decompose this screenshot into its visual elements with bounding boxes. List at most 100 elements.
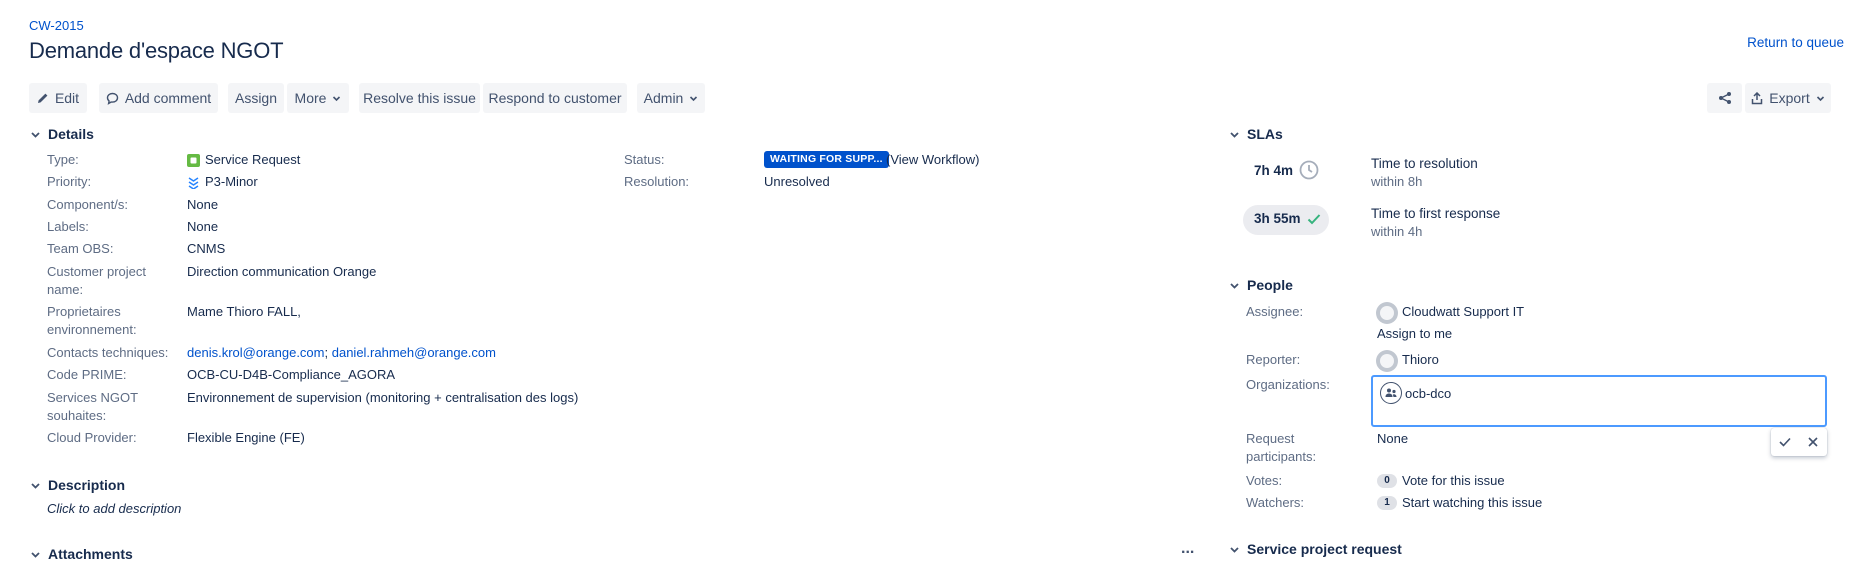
organization-value[interactable]: ocb-dco bbox=[1405, 385, 1451, 403]
status-label: Status: bbox=[624, 152, 665, 167]
avatar bbox=[1376, 350, 1398, 372]
edit-label: Edit bbox=[54, 90, 80, 106]
team-obs-label: Team OBS: bbox=[47, 241, 114, 256]
sla-time-value: 7h 4m bbox=[1254, 162, 1294, 178]
respond-to-customer-button[interactable]: Respond to customer bbox=[483, 83, 627, 113]
customer-project-label: Customer project bbox=[47, 264, 146, 279]
resolve-issue-button[interactable]: Resolve this issue bbox=[359, 83, 480, 113]
details-section-toggle[interactable]: Details bbox=[30, 126, 94, 142]
more-dropdown[interactable]: More bbox=[287, 83, 349, 113]
close-icon bbox=[1808, 437, 1818, 447]
vote-for-issue-link[interactable]: Vote for this issue bbox=[1402, 472, 1505, 490]
sla-target: within 8h bbox=[1371, 174, 1423, 189]
people-section-toggle[interactable]: People bbox=[1229, 277, 1293, 293]
cancel-button[interactable] bbox=[1799, 428, 1827, 456]
admin-label: Admin bbox=[643, 90, 684, 106]
resolution-label: Resolution: bbox=[624, 174, 690, 189]
team-obs-value: CNMS bbox=[187, 241, 226, 256]
contacts-value: denis.krol@orange.com; daniel.rahmeh@ora… bbox=[187, 344, 496, 362]
add-comment-label: Add comment bbox=[124, 90, 212, 106]
request-participants-label: Request bbox=[1246, 431, 1295, 446]
service-project-request-section-toggle[interactable]: Service project request bbox=[1229, 541, 1402, 557]
assign-label: Assign bbox=[234, 90, 278, 106]
export-icon bbox=[1752, 91, 1763, 104]
chevron-down-icon bbox=[690, 95, 698, 101]
resolution-value: Unresolved bbox=[764, 174, 830, 189]
start-watching-link[interactable]: Start watching this issue bbox=[1402, 494, 1542, 512]
services-label: Services NGOT bbox=[47, 390, 139, 405]
more-label: More bbox=[294, 90, 327, 106]
owners-label: Proprietaires bbox=[47, 304, 121, 319]
assign-to-me-link[interactable]: Assign to me bbox=[1377, 325, 1452, 343]
assignee-value[interactable]: Cloudwatt Support IT bbox=[1402, 303, 1524, 321]
chevron-down-icon bbox=[1230, 282, 1239, 289]
avatar bbox=[1376, 302, 1398, 324]
admin-dropdown[interactable]: Admin bbox=[637, 83, 705, 113]
service-request-icon bbox=[187, 153, 200, 167]
description-heading: Description bbox=[48, 477, 126, 493]
attachments-heading: Attachments bbox=[48, 546, 133, 562]
assignee-label: Assignee: bbox=[1246, 304, 1304, 319]
contact-email-link[interactable]: daniel.rahmeh@orange.com bbox=[332, 345, 496, 360]
comment-icon bbox=[106, 92, 119, 105]
edit-button[interactable]: Edit bbox=[29, 83, 87, 113]
page-title: Demande d'espace NGOT bbox=[29, 38, 284, 63]
contact-email-link[interactable]: denis.krol@orange.com bbox=[187, 345, 324, 360]
services-value: Environnement de supervision (monitoring… bbox=[187, 390, 579, 405]
sla-title: Time to first response bbox=[1371, 206, 1501, 221]
organizations-label: Organizations: bbox=[1246, 377, 1330, 392]
confirm-button[interactable] bbox=[1771, 428, 1799, 456]
sla-time-value: 3h 55m bbox=[1254, 211, 1301, 226]
export-label: Export bbox=[1769, 90, 1810, 106]
votes-label: Votes: bbox=[1246, 473, 1283, 488]
service-project-request-heading: Service project request bbox=[1247, 541, 1402, 557]
labels-value: None bbox=[187, 219, 219, 234]
components-value: None bbox=[187, 197, 219, 212]
issue-key-link[interactable]: CW-2015 bbox=[29, 18, 84, 33]
chevron-down-icon bbox=[333, 95, 341, 101]
watchers-label: Watchers: bbox=[1246, 495, 1305, 510]
type-label: Type: bbox=[47, 152, 79, 167]
chevron-down-icon bbox=[1230, 131, 1239, 138]
assign-button[interactable]: Assign bbox=[228, 83, 284, 113]
slas-section-toggle[interactable]: SLAs bbox=[1229, 126, 1283, 142]
description-placeholder[interactable]: Click to add description bbox=[47, 500, 181, 518]
type-value: Service Request bbox=[187, 151, 300, 169]
sla-target: within 4h bbox=[1371, 224, 1423, 239]
services-label-cont: souhaites: bbox=[47, 408, 107, 423]
watchers-count-badge: 1 bbox=[1377, 496, 1397, 510]
sla-time-to-first-response-timer: 3h 55m bbox=[1254, 211, 1321, 226]
sla-time-to-resolution-timer: 7h 4m bbox=[1254, 160, 1319, 180]
request-participants-label-cont: participants: bbox=[1246, 449, 1317, 464]
slas-heading: SLAs bbox=[1247, 126, 1283, 142]
description-section-toggle[interactable]: Description bbox=[30, 477, 125, 493]
owners-label-cont: environnement: bbox=[47, 322, 137, 337]
attachments-section-toggle[interactable]: Attachments bbox=[30, 546, 133, 562]
request-participants-value[interactable]: None bbox=[1377, 430, 1408, 448]
components-label: Component/s: bbox=[47, 197, 128, 212]
chevron-down-icon bbox=[1230, 546, 1239, 553]
code-prime-value: OCB-CU-D4B-Compliance_AGORA bbox=[187, 367, 396, 382]
share-icon bbox=[1718, 92, 1731, 104]
status-badge[interactable]: WAITING FOR SUPP... bbox=[764, 151, 889, 168]
cloud-provider-value: Flexible Engine (FE) bbox=[187, 430, 305, 445]
return-to-queue-link[interactable]: Return to queue bbox=[1747, 35, 1844, 50]
type-text: Service Request bbox=[205, 152, 301, 167]
attachments-more-button[interactable]: ... bbox=[1181, 540, 1194, 558]
details-heading: Details bbox=[48, 126, 94, 142]
clock-icon bbox=[1299, 160, 1319, 180]
pencil-icon bbox=[37, 93, 48, 103]
owners-value: Mame Thioro FALL, bbox=[187, 304, 301, 319]
people-heading: People bbox=[1247, 277, 1293, 293]
add-comment-button[interactable]: Add comment bbox=[99, 83, 218, 113]
share-button[interactable] bbox=[1707, 83, 1742, 113]
organization-icon bbox=[1380, 382, 1402, 404]
view-workflow-link[interactable]: (View Workflow) bbox=[886, 151, 979, 169]
export-dropdown[interactable]: Export bbox=[1745, 83, 1831, 113]
checkmark-icon bbox=[1307, 213, 1320, 224]
priority-minor-icon bbox=[188, 176, 199, 189]
votes-count-badge: 0 bbox=[1377, 474, 1397, 488]
customer-project-value: Direction communication Orange bbox=[187, 264, 377, 279]
priority-label: Priority: bbox=[47, 174, 92, 189]
reporter-value[interactable]: Thioro bbox=[1402, 351, 1439, 369]
